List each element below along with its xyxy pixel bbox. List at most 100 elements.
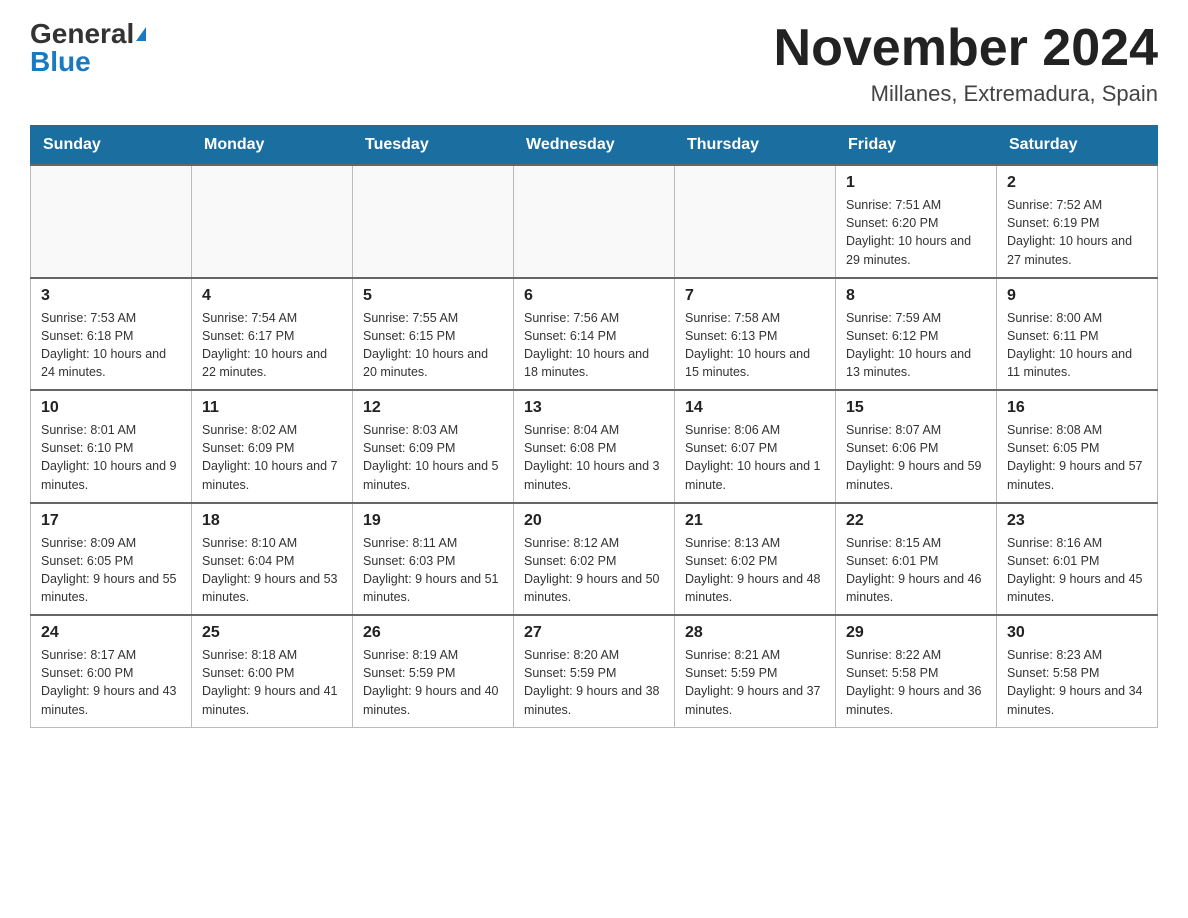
day-number: 21 [685, 512, 825, 530]
page-header: General Blue November 2024 Millanes, Ext… [30, 20, 1158, 107]
day-info: Sunrise: 8:00 AMSunset: 6:11 PMDaylight:… [1007, 309, 1147, 382]
calendar-cell: 20 Sunrise: 8:12 AMSunset: 6:02 PMDayligh… [514, 503, 675, 616]
day-info: Sunrise: 8:08 AMSunset: 6:05 PMDaylight:… [1007, 421, 1147, 494]
day-number: 19 [363, 512, 503, 530]
day-info: Sunrise: 8:20 AMSunset: 5:59 PMDaylight:… [524, 646, 664, 719]
day-info: Sunrise: 7:52 AMSunset: 6:19 PMDaylight:… [1007, 196, 1147, 269]
day-info: Sunrise: 8:10 AMSunset: 6:04 PMDaylight:… [202, 534, 342, 607]
calendar-cell: 11Sunrise: 8:02 AMSunset: 6:09 PMDayligh… [192, 390, 353, 503]
logo: General Blue [30, 20, 146, 76]
day-number: 7 [685, 287, 825, 305]
calendar-cell: 10 Sunrise: 8:01 AMSunset: 6:10 PMDayligh… [31, 390, 192, 503]
day-info: Sunrise: 7:51 AMSunset: 6:20 PMDaylight:… [846, 196, 986, 269]
day-info: Sunrise: 8:12 AMSunset: 6:02 PMDaylight:… [524, 534, 664, 607]
day-info: Sunrise: 8:07 AMSunset: 6:06 PMDaylight:… [846, 421, 986, 494]
col-header-monday: Monday [192, 126, 353, 166]
day-number: 20 [524, 512, 664, 530]
day-number: 6 [524, 287, 664, 305]
col-header-friday: Friday [836, 126, 997, 166]
month-title: November 2024 [774, 20, 1158, 77]
calendar-cell: 7 Sunrise: 7:58 AMSunset: 6:13 PMDaylight… [675, 278, 836, 391]
day-number: 27 [524, 624, 664, 642]
day-number: 10 [41, 399, 181, 417]
day-number: 25 [202, 624, 342, 642]
week-row-4: 17 Sunrise: 8:09 AMSunset: 6:05 PMDayligh… [31, 503, 1158, 616]
day-info: Sunrise: 7:58 AMSunset: 6:13 PMDaylight:… [685, 309, 825, 382]
day-number: 12 [363, 399, 503, 417]
day-info: Sunrise: 8:23 AMSunset: 5:58 PMDaylight:… [1007, 646, 1147, 719]
day-number: 30 [1007, 624, 1147, 642]
calendar-cell: 13 Sunrise: 8:04 AMSunset: 6:08 PMDayligh… [514, 390, 675, 503]
day-info: Sunrise: 7:53 AMSunset: 6:18 PMDaylight:… [41, 309, 181, 382]
calendar-cell [514, 165, 675, 278]
day-info: Sunrise: 8:03 AMSunset: 6:09 PMDaylight:… [363, 421, 503, 494]
day-info: Sunrise: 7:56 AMSunset: 6:14 PMDaylight:… [524, 309, 664, 382]
calendar-cell: 9 Sunrise: 8:00 AMSunset: 6:11 PMDaylight… [997, 278, 1158, 391]
calendar-cell: 8Sunrise: 7:59 AMSunset: 6:12 PMDaylight… [836, 278, 997, 391]
day-info: Sunrise: 7:59 AMSunset: 6:12 PMDaylight:… [846, 309, 986, 382]
day-number: 24 [41, 624, 181, 642]
calendar-cell: 17 Sunrise: 8:09 AMSunset: 6:05 PMDayligh… [31, 503, 192, 616]
calendar-cell: 1 Sunrise: 7:51 AMSunset: 6:20 PMDaylight… [836, 165, 997, 278]
calendar-cell [31, 165, 192, 278]
day-info: Sunrise: 8:17 AMSunset: 6:00 PMDaylight:… [41, 646, 181, 719]
day-info: Sunrise: 8:09 AMSunset: 6:05 PMDaylight:… [41, 534, 181, 607]
day-number: 14 [685, 399, 825, 417]
day-number: 18 [202, 512, 342, 530]
day-number: 16 [1007, 399, 1147, 417]
calendar-cell: 6 Sunrise: 7:56 AMSunset: 6:14 PMDaylight… [514, 278, 675, 391]
location-text: Millanes, Extremadura, Spain [774, 81, 1158, 107]
day-info: Sunrise: 7:55 AMSunset: 6:15 PMDaylight:… [363, 309, 503, 382]
calendar-cell: 27 Sunrise: 8:20 AMSunset: 5:59 PMDayligh… [514, 615, 675, 727]
calendar-cell: 16 Sunrise: 8:08 AMSunset: 6:05 PMDayligh… [997, 390, 1158, 503]
logo-triangle-icon [136, 27, 146, 41]
day-info: Sunrise: 8:13 AMSunset: 6:02 PMDaylight:… [685, 534, 825, 607]
day-info: Sunrise: 8:15 AMSunset: 6:01 PMDaylight:… [846, 534, 986, 607]
day-number: 3 [41, 287, 181, 305]
calendar-cell [675, 165, 836, 278]
calendar-cell: 22Sunrise: 8:15 AMSunset: 6:01 PMDayligh… [836, 503, 997, 616]
calendar-cell: 4 Sunrise: 7:54 AMSunset: 6:17 PMDaylight… [192, 278, 353, 391]
calendar-cell: 21 Sunrise: 8:13 AMSunset: 6:02 PMDayligh… [675, 503, 836, 616]
day-number: 9 [1007, 287, 1147, 305]
calendar-cell: 3 Sunrise: 7:53 AMSunset: 6:18 PMDaylight… [31, 278, 192, 391]
week-row-3: 10 Sunrise: 8:01 AMSunset: 6:10 PMDayligh… [31, 390, 1158, 503]
calendar-cell: 24 Sunrise: 8:17 AMSunset: 6:00 PMDayligh… [31, 615, 192, 727]
calendar-cell: 23Sunrise: 8:16 AMSunset: 6:01 PMDayligh… [997, 503, 1158, 616]
calendar-cell: 19 Sunrise: 8:11 AMSunset: 6:03 PMDayligh… [353, 503, 514, 616]
calendar-cell: 26Sunrise: 8:19 AMSunset: 5:59 PMDayligh… [353, 615, 514, 727]
day-info: Sunrise: 8:21 AMSunset: 5:59 PMDaylight:… [685, 646, 825, 719]
col-header-thursday: Thursday [675, 126, 836, 166]
day-info: Sunrise: 7:54 AMSunset: 6:17 PMDaylight:… [202, 309, 342, 382]
logo-general-text: General [30, 20, 134, 48]
day-info: Sunrise: 8:18 AMSunset: 6:00 PMDaylight:… [202, 646, 342, 719]
calendar-table: SundayMondayTuesdayWednesdayThursdayFrid… [30, 125, 1158, 728]
day-info: Sunrise: 8:04 AMSunset: 6:08 PMDaylight:… [524, 421, 664, 494]
day-number: 23 [1007, 512, 1147, 530]
title-area: November 2024 Millanes, Extremadura, Spa… [774, 20, 1158, 107]
col-header-wednesday: Wednesday [514, 126, 675, 166]
day-number: 28 [685, 624, 825, 642]
calendar-cell [353, 165, 514, 278]
week-row-5: 24 Sunrise: 8:17 AMSunset: 6:00 PMDayligh… [31, 615, 1158, 727]
day-info: Sunrise: 8:01 AMSunset: 6:10 PMDaylight:… [41, 421, 181, 494]
calendar-cell [192, 165, 353, 278]
calendar-cell: 5 Sunrise: 7:55 AMSunset: 6:15 PMDaylight… [353, 278, 514, 391]
logo-blue-text: Blue [30, 48, 91, 76]
calendar-cell: 25 Sunrise: 8:18 AMSunset: 6:00 PMDayligh… [192, 615, 353, 727]
col-header-sunday: Sunday [31, 126, 192, 166]
calendar-cell: 12 Sunrise: 8:03 AMSunset: 6:09 PMDayligh… [353, 390, 514, 503]
day-info: Sunrise: 8:19 AMSunset: 5:59 PMDaylight:… [363, 646, 503, 719]
day-number: 1 [846, 174, 986, 192]
day-number: 5 [363, 287, 503, 305]
day-number: 13 [524, 399, 664, 417]
day-number: 17 [41, 512, 181, 530]
week-row-2: 3 Sunrise: 7:53 AMSunset: 6:18 PMDaylight… [31, 278, 1158, 391]
day-number: 29 [846, 624, 986, 642]
day-info: Sunrise: 8:11 AMSunset: 6:03 PMDaylight:… [363, 534, 503, 607]
day-info: Sunrise: 8:22 AMSunset: 5:58 PMDaylight:… [846, 646, 986, 719]
col-header-tuesday: Tuesday [353, 126, 514, 166]
day-number: 4 [202, 287, 342, 305]
col-header-saturday: Saturday [997, 126, 1158, 166]
day-info: Sunrise: 8:02 AMSunset: 6:09 PMDaylight:… [202, 421, 342, 494]
